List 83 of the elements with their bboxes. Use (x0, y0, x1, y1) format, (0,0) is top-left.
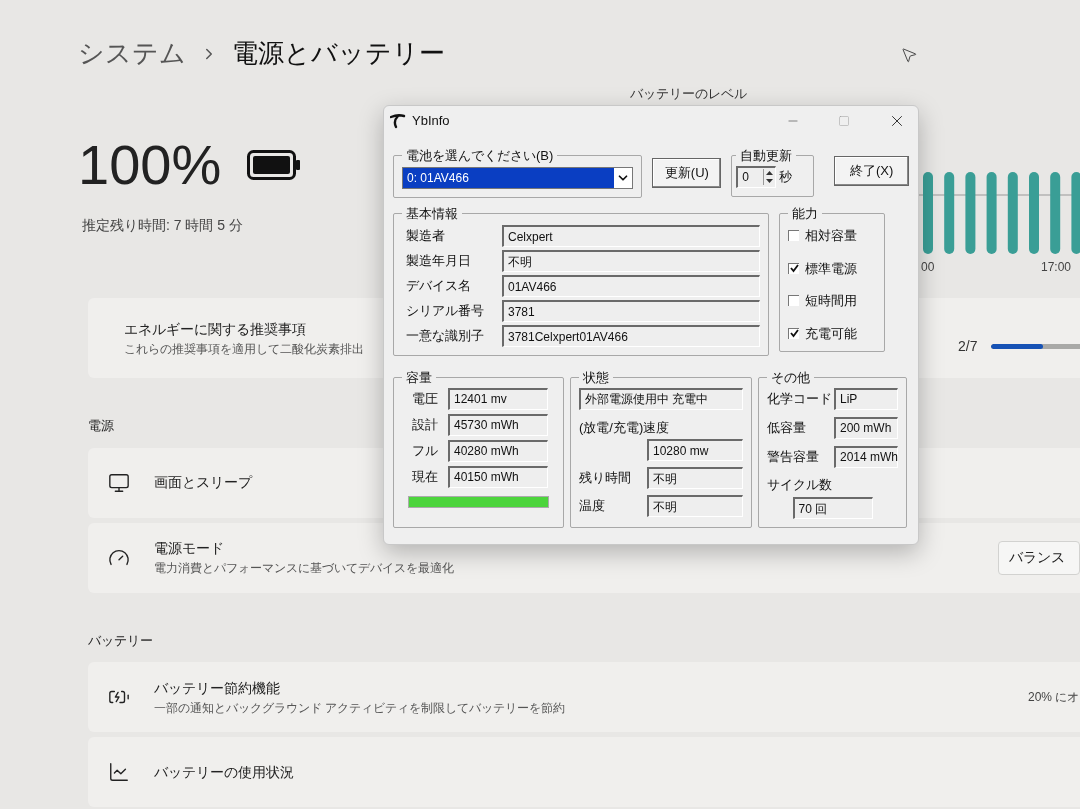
group-title: 基本情報 (405, 204, 459, 223)
field-label: 現在 (411, 467, 439, 486)
settings-card[interactable]: バッテリーの使用状況 (88, 737, 1080, 807)
card-title: バッテリー節約機能 (154, 678, 281, 698)
field-label: 残り時間 (579, 469, 631, 488)
card-description: これらの推奨事項を適用して二酸化炭素排出 (124, 340, 364, 358)
field-value: 不明 (502, 250, 760, 272)
field-label: 製造年月日 (405, 252, 472, 271)
battery-icon (247, 150, 302, 180)
field-label: シリアル番号 (405, 302, 485, 321)
field-label: 電圧 (411, 389, 439, 408)
group-title: 自動更新 (739, 147, 794, 165)
field-value: 3781Celxpert01AV466 (502, 325, 760, 347)
card-description: 電力消費とパフォーマンスに基づいてデバイスを最適化 (154, 560, 454, 577)
settings-card[interactable]: バッテリー節約機能 一部の通知とバックグラウンド アクティビティを制限してバッテリーを節約 20% にオ (88, 662, 1080, 732)
field-value: 不明 (647, 495, 743, 517)
card-description: 一部の通知とバックグラウンド アクティビティを制限してバッテリーを節約 (154, 699, 566, 717)
checkbox[interactable] (788, 295, 799, 307)
dropdown-value: 0: 01AV466 (403, 167, 615, 188)
field-value: 70 回 (792, 497, 873, 519)
field-value: 2014 mWh (834, 445, 898, 468)
card-title: エネルギーに関する推奨事項 (124, 319, 307, 339)
field-value: 12401 mv (448, 387, 548, 410)
card-title: 電源モード (154, 539, 225, 558)
page-title: 電源とバッテリー (232, 37, 445, 70)
spin-down-icon[interactable] (766, 177, 774, 185)
field-label: デバイス名 (405, 277, 472, 296)
checkbox[interactable] (788, 327, 799, 339)
checkbox[interactable] (788, 230, 799, 242)
group-title: 電池を選んでください(B) (405, 147, 555, 165)
field-value: 3781 (502, 300, 760, 322)
checkbox-label: 短時間用 (805, 292, 857, 310)
field-label: 設計 (411, 415, 439, 434)
charge-percent: 100% (78, 135, 222, 195)
battery-dropdown[interactable]: 0: 01AV466 (402, 166, 634, 189)
rate-value: 10280 mw (647, 439, 743, 461)
interval-spinner[interactable]: 0 (736, 165, 777, 188)
app-logo-icon (390, 113, 406, 129)
progress-count: 2/7 (958, 336, 978, 356)
field-label: 化学コード (767, 389, 832, 408)
section-heading: 電源 (88, 417, 114, 435)
mouse-cursor-icon (900, 46, 918, 64)
checkbox-label: 相対容量 (805, 227, 857, 245)
breadcrumb-parent[interactable]: システム (78, 34, 186, 73)
power-mode-dropdown[interactable]: バランス (998, 540, 1080, 575)
group-title: その他 (770, 369, 811, 387)
display-icon (108, 471, 130, 494)
field-label: 低容量 (767, 418, 806, 437)
field-value: Celxpert (502, 225, 760, 247)
field-value: 不明 (647, 467, 743, 489)
status-value: 外部電源使用中 充電中 (579, 387, 743, 410)
field-label: 一意な識別子 (405, 327, 485, 346)
axis-label: 00 (921, 259, 935, 276)
checkbox-label: 標準電源 (805, 259, 857, 278)
remaining-time: 推定残り時間: 7 時間 5 分 (81, 216, 244, 235)
refresh-button[interactable]: 更新(U) (652, 158, 722, 188)
card-title: 画面とスリープ (154, 473, 252, 492)
checkbox[interactable] (788, 262, 799, 274)
section-heading: バッテリー (88, 631, 153, 650)
spin-up-icon[interactable] (766, 169, 774, 177)
chart-icon (108, 761, 130, 783)
saver-setting: 20% にオ (1028, 689, 1080, 706)
field-value: 45730 mWh (448, 413, 548, 436)
group-title: 容量 (405, 369, 433, 387)
field-value: LiP (834, 387, 898, 410)
field-label: 温度 (579, 497, 605, 516)
window-title: YbInfo (412, 112, 450, 131)
exit-button[interactable]: 終了(X) (834, 156, 909, 186)
group-title: 状態 (582, 369, 610, 387)
field-value: 01AV466 (502, 275, 760, 297)
field-value: 40280 mWh (448, 439, 548, 462)
card-title: バッテリーの使用状況 (154, 762, 294, 782)
field-label: 製造者 (405, 227, 446, 246)
field-value: 200 mWh (834, 416, 898, 439)
checkbox-label: 充電可能 (805, 324, 857, 343)
axis-label: 17:00 (1040, 259, 1071, 276)
field-value: 40150 mWh (448, 465, 548, 488)
rate-label: (放電/充電)速度 (579, 418, 671, 437)
unit-label: 秒 (779, 167, 793, 186)
group-title: 能力 (791, 204, 819, 223)
chart-title: バッテリーのレベル (630, 86, 747, 102)
field-label: サイクル数 (767, 475, 833, 494)
field-label: 警告容量 (767, 447, 819, 466)
